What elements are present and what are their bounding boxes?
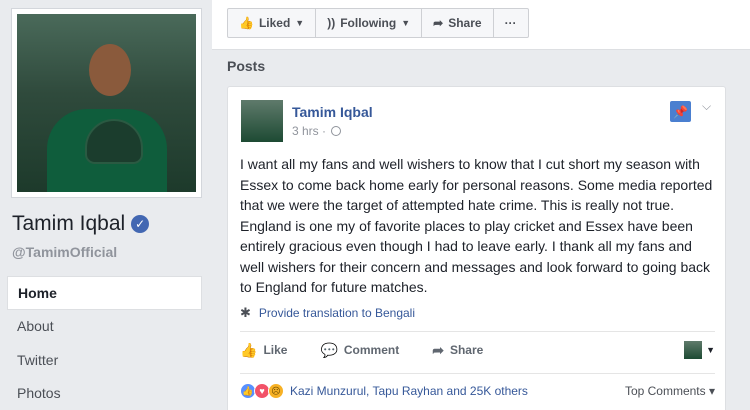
post-time-text: 3 hrs · bbox=[292, 124, 327, 138]
divider bbox=[240, 373, 715, 374]
posts-heading: Posts bbox=[227, 58, 266, 74]
share-arrow-icon: ➦ bbox=[432, 341, 444, 358]
page-action-bar: 👍 Liked ▼ )) Following ▼ ➦ Share ··· bbox=[227, 8, 529, 38]
comment-label: Comment bbox=[343, 343, 400, 357]
like-label: Like bbox=[263, 343, 288, 357]
nav-item-twitter[interactable]: Twitter bbox=[7, 343, 202, 377]
following-button[interactable]: )) Following ▼ bbox=[316, 9, 423, 37]
translation-link[interactable]: ✱ Provide translation to Bengali bbox=[240, 305, 415, 321]
rss-icon: )) bbox=[327, 16, 336, 30]
comment-button[interactable]: 💬 Comment bbox=[320, 342, 399, 359]
profile-photo-image bbox=[17, 14, 196, 192]
gear-icon: ✱ bbox=[240, 305, 251, 320]
caret-down-icon: ▼ bbox=[401, 18, 411, 28]
globe-icon bbox=[331, 126, 342, 136]
comment-bubble-icon: 💬 bbox=[320, 341, 338, 358]
verified-badge-icon: ✓ bbox=[131, 215, 150, 233]
sad-reaction-icon: ☹ bbox=[268, 383, 284, 399]
post-author-name[interactable]: Tamim Iqbal bbox=[292, 104, 373, 120]
post-actions: 👍 Like 💬 Comment ➦ Share ▼ bbox=[240, 341, 715, 359]
reactions-summary: 👍 ♥ ☹ Kazi Munzurul, Tapu Rayhan and 25K… bbox=[240, 383, 715, 399]
page-handle: @TamimOfficial bbox=[12, 244, 118, 260]
share-label: Share bbox=[449, 343, 484, 357]
post-body-text: I want all my fans and well wishers to k… bbox=[240, 156, 713, 295]
divider bbox=[240, 331, 715, 332]
post-as-selector[interactable]: ▼ bbox=[684, 341, 715, 359]
share-page-button[interactable]: ➦ Share bbox=[422, 9, 494, 37]
nav-item-about[interactable]: About bbox=[7, 310, 202, 344]
following-label: Following bbox=[340, 16, 397, 30]
caret-down-icon: ▼ bbox=[295, 18, 305, 28]
thumbs-up-icon: 👍 bbox=[239, 16, 254, 30]
reactors-link[interactable]: Kazi Munzurul, Tapu Rayhan and 25K other… bbox=[290, 384, 528, 398]
share-page-label: Share bbox=[448, 16, 482, 30]
share-button[interactable]: ➦ Share bbox=[432, 342, 483, 359]
post-timestamp[interactable]: 3 hrs · bbox=[292, 124, 342, 138]
more-options-icon: ··· bbox=[504, 16, 517, 30]
post-card: Tamim Iqbal 3 hrs · 📌 ⌵ I want all my fa… bbox=[227, 86, 726, 410]
pin-icon: 📌 bbox=[670, 101, 691, 122]
more-options-button[interactable]: ··· bbox=[494, 9, 528, 37]
page-name-text: Tamim Iqbal bbox=[12, 212, 126, 235]
nav-item-home[interactable]: Home bbox=[7, 276, 202, 310]
like-button[interactable]: 👍 Like bbox=[240, 342, 287, 359]
page-name[interactable]: Tamim Iqbal ✓ bbox=[12, 212, 150, 236]
page-nav: Home About Twitter Photos bbox=[7, 276, 202, 410]
thumbs-up-icon: 👍 bbox=[240, 341, 258, 358]
post-author-avatar[interactable] bbox=[241, 100, 283, 142]
translation-label: Provide translation to Bengali bbox=[258, 306, 415, 320]
caret-down-icon: ▼ bbox=[706, 345, 715, 355]
top-comments-dropdown[interactable]: Top Comments ▾ bbox=[625, 384, 715, 398]
left-column: Tamim Iqbal ✓ @TamimOfficial Home About … bbox=[0, 0, 212, 410]
post-options-chevron-icon[interactable]: ⌵ bbox=[702, 99, 711, 114]
profile-photo[interactable] bbox=[11, 8, 202, 198]
share-arrow-icon: ➦ bbox=[433, 16, 444, 30]
mini-avatar bbox=[684, 341, 703, 359]
liked-button[interactable]: 👍 Liked ▼ bbox=[228, 9, 317, 37]
liked-label: Liked bbox=[258, 16, 291, 30]
nav-item-photos[interactable]: Photos bbox=[7, 377, 202, 410]
